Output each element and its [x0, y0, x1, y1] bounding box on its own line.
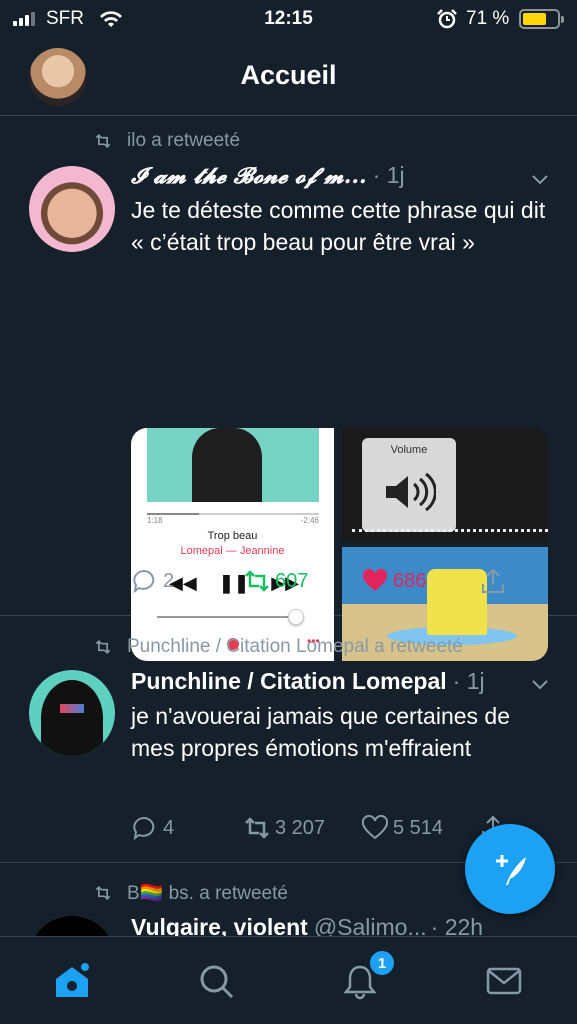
tweet-header: Vulgaire, violent @Salimo... · 22h — [131, 914, 547, 936]
like-button[interactable]: 5 514 — [361, 814, 443, 842]
retweet-context: ilo a retweeté — [93, 130, 240, 152]
bottom-tab-bar: 1 — [0, 936, 577, 1024]
retweet-button[interactable]: 607 — [243, 567, 308, 595]
tab-home[interactable] — [52, 961, 92, 1001]
heart-icon — [361, 814, 389, 840]
tweet-actions: 2 607 686 — [131, 567, 531, 597]
chevron-down-icon[interactable] — [529, 168, 551, 190]
time-elapsed: 1:18 — [147, 516, 163, 525]
reply-icon — [133, 816, 155, 841]
author-name[interactable]: 𝓘 𝓪𝓶 𝓽𝓱𝓮 𝓑𝓸𝓷𝓮 𝓸𝓯 𝓶... — [131, 163, 367, 189]
like-count: 5 514 — [393, 816, 444, 839]
share-icon — [482, 568, 504, 593]
notifications-badge: 1 — [368, 949, 396, 977]
tweet-text: je n'avouerai jamais que certaines de me… — [131, 703, 511, 761]
search-icon — [200, 965, 234, 999]
progress-bar — [147, 513, 319, 515]
author-avatar[interactable] — [29, 916, 115, 936]
heart-icon — [362, 568, 388, 591]
home-icon — [56, 963, 89, 997]
retweet-icon — [95, 885, 111, 901]
author-handle: @Salimo... — [313, 914, 427, 936]
like-count: 686 — [393, 569, 427, 592]
time-remaining: -2:46 — [300, 516, 319, 525]
retweet-context: Punchline / Citation Lomepal a retweeté — [93, 636, 463, 658]
tab-search[interactable] — [196, 961, 236, 1001]
retweet-context-label: B🏳️‍🌈 bs. a retweeté — [127, 883, 288, 904]
retweet-icon — [245, 570, 269, 592]
retweet-context: B🏳️‍🌈 bs. a retweeté — [93, 881, 288, 905]
tweet-time: · 22h — [430, 914, 484, 936]
battery-icon — [519, 9, 564, 29]
retweet-icon — [95, 639, 111, 655]
top-header: Accueil — [0, 38, 577, 116]
tab-messages[interactable] — [484, 961, 524, 1001]
status-bar: SFR 12:15 71 % — [0, 0, 577, 38]
album-cover — [147, 428, 319, 502]
volume-ticks — [352, 529, 548, 533]
author-avatar[interactable] — [29, 670, 115, 756]
share-button[interactable] — [479, 567, 507, 595]
author-avatar[interactable] — [29, 166, 115, 252]
retweet-count: 3 207 — [275, 816, 326, 839]
chevron-down-icon[interactable] — [529, 673, 551, 695]
author-name[interactable]: Punchline / Citation Lomepal — [131, 668, 447, 695]
page-title: Accueil — [240, 60, 337, 90]
author-name[interactable]: Vulgaire, violent — [131, 914, 308, 936]
compose-tweet-button[interactable] — [465, 824, 555, 914]
song-artist: Lomepal — Jeannine — [180, 545, 285, 557]
reply-button[interactable]: 4 — [131, 814, 174, 842]
battery-percent: 71 % — [466, 8, 510, 29]
retweet-icon — [245, 817, 269, 839]
retweet-context-label: ilo a retweeté — [127, 130, 241, 151]
like-button[interactable]: 686 — [361, 567, 426, 595]
tweet[interactable]: ilo a retweeté 𝓘 𝓪𝓶 𝓽𝓱𝓮 𝓑𝓸𝓷𝓮 𝓸𝓯 𝓶... · 1… — [0, 116, 577, 661]
tweet[interactable]: Punchline / Citation Lomepal a retweeté … — [0, 617, 577, 863]
reply-count: 4 — [163, 816, 175, 839]
tweet-time: · 1j — [372, 162, 405, 188]
tweet-time: · 1j — [452, 668, 485, 694]
retweet-context-label: Punchline / Citation Lomepal a retweeté — [127, 636, 463, 657]
reply-count: 2 — [163, 569, 175, 592]
speaker-icon — [386, 472, 436, 512]
song-title: Trop beau — [207, 530, 258, 542]
reply-button[interactable]: 2 — [131, 567, 174, 595]
media-volume-image[interactable]: Volume — [342, 428, 548, 542]
retweet-icon — [95, 133, 111, 149]
tweet-text: Je te déteste comme cette phrase qui dit… — [131, 197, 546, 255]
alarm-icon — [437, 9, 457, 29]
volume-panel: Volume — [362, 438, 456, 532]
retweet-button[interactable]: 3 207 — [243, 814, 325, 842]
mail-icon — [486, 967, 522, 995]
volume-label: Volume — [390, 444, 428, 456]
reply-icon — [133, 569, 155, 594]
tweet-header: Punchline / Citation Lomepal · 1j — [131, 668, 547, 695]
tweet-header: 𝓘 𝓪𝓶 𝓽𝓱𝓮 𝓑𝓸𝓷𝓮 𝓸𝓯 𝓶... · 1j — [131, 162, 547, 189]
retweet-count: 607 — [275, 569, 309, 592]
compose-feather-icon — [496, 855, 526, 885]
tweet-actions: 4 3 207 5 514 — [131, 814, 531, 844]
